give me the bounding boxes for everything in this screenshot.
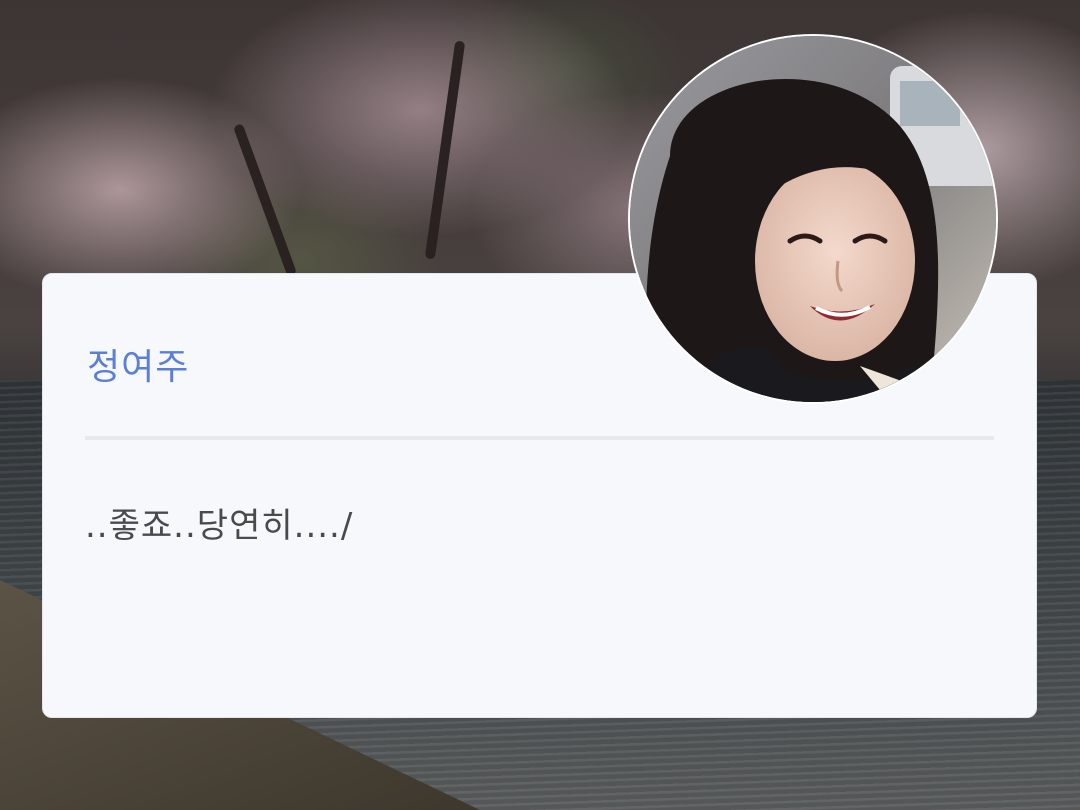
dialogue-message: ..좋죠..당연히..../	[85, 506, 354, 546]
tree-trunk	[424, 40, 466, 260]
divider	[85, 436, 994, 440]
avatar-portrait-icon	[630, 36, 996, 402]
speaker-name: 정여주	[87, 347, 190, 388]
dialogue-scene: 정여주 ..좋죠..당연히..../	[0, 0, 1080, 810]
avatar	[630, 36, 996, 402]
tree-trunk	[232, 123, 298, 277]
